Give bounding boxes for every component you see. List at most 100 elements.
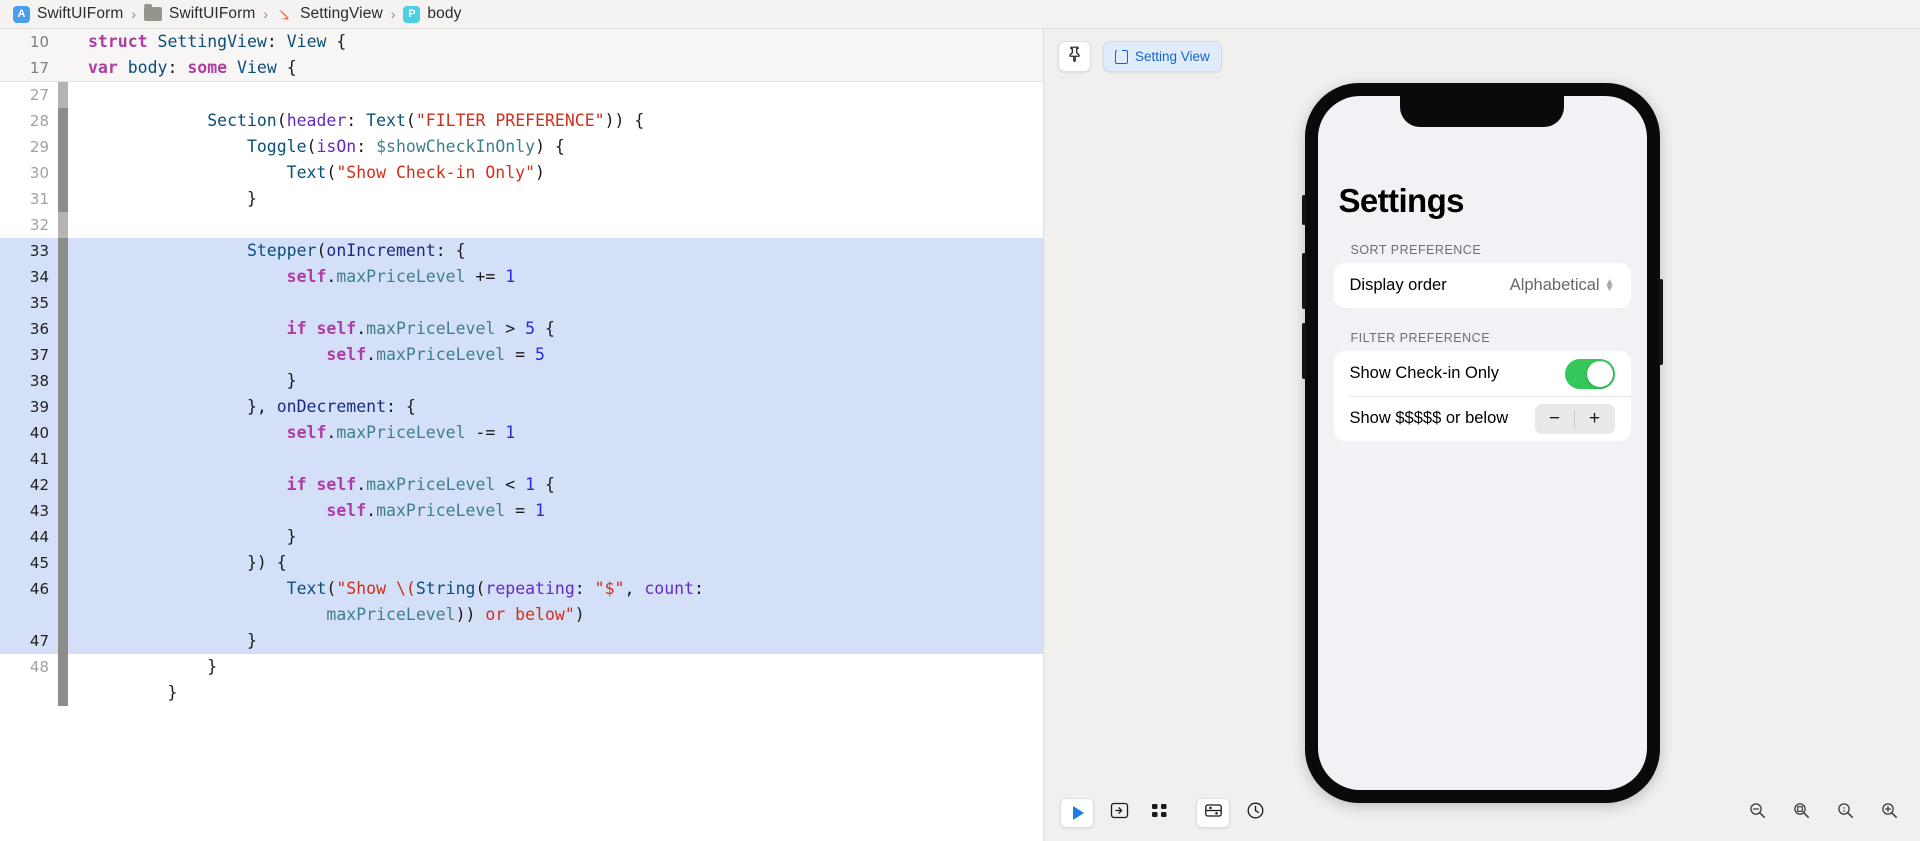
swift-file-icon bbox=[276, 6, 293, 23]
variants-button[interactable] bbox=[1144, 798, 1174, 828]
code-text: if self.maxPriceLevel < 1 { bbox=[68, 472, 555, 498]
pin-preview-button[interactable] bbox=[1058, 41, 1091, 72]
code-line[interactable]: 47 } bbox=[0, 628, 1043, 654]
live-preview-button[interactable] bbox=[1104, 798, 1134, 828]
code-text: } bbox=[68, 680, 177, 706]
change-gutter bbox=[58, 264, 68, 290]
code-line[interactable]: 35 bbox=[0, 290, 1043, 316]
editor-preview-split: 10 struct SettingView: View {17var body: … bbox=[0, 29, 1920, 841]
code-line[interactable]: 45 }) { bbox=[0, 550, 1043, 576]
line-number: 47 bbox=[0, 628, 58, 654]
source-editor[interactable]: 10 struct SettingView: View {17var body: … bbox=[0, 29, 1043, 841]
zoom-to-fit-button[interactable] bbox=[1786, 798, 1816, 828]
device-settings-icon bbox=[1204, 801, 1223, 825]
breadcrumb-label: SettingView bbox=[300, 5, 383, 23]
code-line[interactable]: 44 } bbox=[0, 524, 1043, 550]
change-gutter bbox=[58, 628, 68, 654]
change-gutter bbox=[58, 446, 68, 472]
breadcrumb-separator-icon: › bbox=[391, 6, 396, 22]
line-number: 34 bbox=[0, 264, 58, 290]
row-display-order[interactable]: Display order Alphabetical ▲▼ bbox=[1334, 263, 1631, 308]
change-gutter bbox=[58, 472, 68, 498]
inspect-info-icon bbox=[1246, 801, 1265, 825]
section-card-filter: Show Check-in Only Show $$$$$ or below −… bbox=[1334, 351, 1631, 441]
code-text: struct SettingView: View { bbox=[68, 29, 346, 55]
code-text: }) { bbox=[68, 550, 287, 576]
code-line[interactable]: maxPriceLevel)) or below") bbox=[0, 602, 1043, 628]
folder-icon bbox=[144, 7, 162, 21]
zoom-in-button[interactable] bbox=[1874, 798, 1904, 828]
line-number: 10 bbox=[0, 29, 58, 55]
code-text: } bbox=[68, 628, 257, 654]
change-gutter bbox=[58, 420, 68, 446]
code-line[interactable]: 31 } bbox=[0, 186, 1043, 212]
breadcrumb-separator-icon: › bbox=[263, 6, 268, 22]
code-line[interactable]: 36 if self.maxPriceLevel > 5 { bbox=[0, 316, 1043, 342]
stepper-increment-button[interactable]: + bbox=[1575, 404, 1615, 434]
line-number: 33 bbox=[0, 238, 58, 264]
change-gutter bbox=[58, 576, 68, 602]
code-line[interactable]: 48 } bbox=[0, 654, 1043, 680]
code-line[interactable]: 34 self.maxPriceLevel += 1 bbox=[0, 264, 1043, 290]
zoom-actual-size-button[interactable]: 1 bbox=[1830, 798, 1860, 828]
line-number: 37 bbox=[0, 342, 58, 368]
svg-text:1: 1 bbox=[1842, 807, 1846, 814]
preview-toolbar: Setting View bbox=[1058, 41, 1222, 72]
row-show-checkin-only[interactable]: Show Check-in Only bbox=[1334, 351, 1631, 396]
code-text: self.maxPriceLevel += 1 bbox=[68, 264, 515, 290]
toggle-show-checkin-only[interactable] bbox=[1565, 359, 1615, 389]
code-line[interactable]: 27 bbox=[0, 82, 1043, 108]
code-line[interactable]: 40 self.maxPriceLevel -= 1 bbox=[0, 420, 1043, 446]
volume-up-button bbox=[1302, 253, 1306, 309]
code-line[interactable]: 10 struct SettingView: View { bbox=[0, 29, 1043, 55]
code-text: Stepper(onIncrement: { bbox=[68, 238, 466, 264]
stepper-decrement-button[interactable]: − bbox=[1535, 404, 1575, 434]
device-settings-button[interactable] bbox=[1196, 798, 1230, 828]
code-lines[interactable]: 2728 Section(header: Text("FILTER PREFER… bbox=[0, 82, 1043, 706]
change-gutter bbox=[58, 316, 68, 342]
code-line[interactable]: 30 Text("Show Check-in Only") bbox=[0, 160, 1043, 186]
preview-name-button[interactable]: Setting View bbox=[1103, 41, 1222, 72]
code-line[interactable]: 37 self.maxPriceLevel = 5 bbox=[0, 342, 1043, 368]
xcode-window: SwiftUIForm › SwiftUIForm › SettingView … bbox=[0, 0, 1920, 841]
code-line[interactable]: 28 Section(header: Text("FILTER PREFEREN… bbox=[0, 108, 1043, 134]
code-line[interactable]: 41 bbox=[0, 446, 1043, 472]
play-preview-button[interactable] bbox=[1060, 798, 1094, 828]
document-icon bbox=[1115, 50, 1128, 64]
code-line[interactable]: 33 Stepper(onIncrement: { bbox=[0, 238, 1043, 264]
line-number: 36 bbox=[0, 316, 58, 342]
breadcrumb-item-symbol[interactable]: body bbox=[403, 5, 461, 23]
iphone-device-frame: Settings SORT PREFERENCE Display order A… bbox=[1305, 83, 1660, 803]
breadcrumb-item-group[interactable]: SwiftUIForm bbox=[144, 5, 255, 23]
code-line[interactable]: 32 bbox=[0, 212, 1043, 238]
line-number: 35 bbox=[0, 290, 58, 316]
code-text: } bbox=[68, 524, 297, 550]
code-text: } bbox=[68, 368, 297, 394]
code-text: Text("Show Check-in Only") bbox=[68, 160, 545, 186]
code-line[interactable]: 17var body: some View { bbox=[0, 55, 1043, 81]
preview-run-controls bbox=[1060, 798, 1174, 828]
line-number: 32 bbox=[0, 212, 58, 238]
line-number: 39 bbox=[0, 394, 58, 420]
zoom-actual-size-icon: 1 bbox=[1837, 802, 1854, 824]
stepper-price-level[interactable]: − + bbox=[1535, 404, 1615, 434]
code-line[interactable]: 39 }, onDecrement: { bbox=[0, 394, 1043, 420]
device-screen[interactable]: Settings SORT PREFERENCE Display order A… bbox=[1318, 96, 1647, 790]
code-line[interactable]: 29 Toggle(isOn: $showCheckInOnly) { bbox=[0, 134, 1043, 160]
code-line[interactable]: 43 self.maxPriceLevel = 1 bbox=[0, 498, 1043, 524]
picker-value[interactable]: Alphabetical ▲▼ bbox=[1510, 276, 1615, 295]
code-line[interactable]: 42 if self.maxPriceLevel < 1 { bbox=[0, 472, 1043, 498]
inspect-button[interactable] bbox=[1240, 798, 1270, 828]
change-gutter bbox=[58, 160, 68, 186]
line-number: 42 bbox=[0, 472, 58, 498]
breadcrumb-item-file[interactable]: SettingView bbox=[276, 5, 383, 23]
row-price-level[interactable]: Show $$$$$ or below − + bbox=[1334, 396, 1631, 441]
preview-name-label: Setting View bbox=[1135, 49, 1210, 64]
zoom-out-button[interactable] bbox=[1742, 798, 1772, 828]
code-line[interactable]: 46 Text("Show \(String(repeating: "$", c… bbox=[0, 576, 1043, 602]
code-line[interactable]: 38 } bbox=[0, 368, 1043, 394]
code-text: } bbox=[68, 186, 257, 212]
breadcrumb-label: body bbox=[427, 5, 461, 23]
breadcrumb-item-project[interactable]: SwiftUIForm bbox=[13, 5, 123, 23]
code-line[interactable]: } bbox=[0, 680, 1043, 706]
